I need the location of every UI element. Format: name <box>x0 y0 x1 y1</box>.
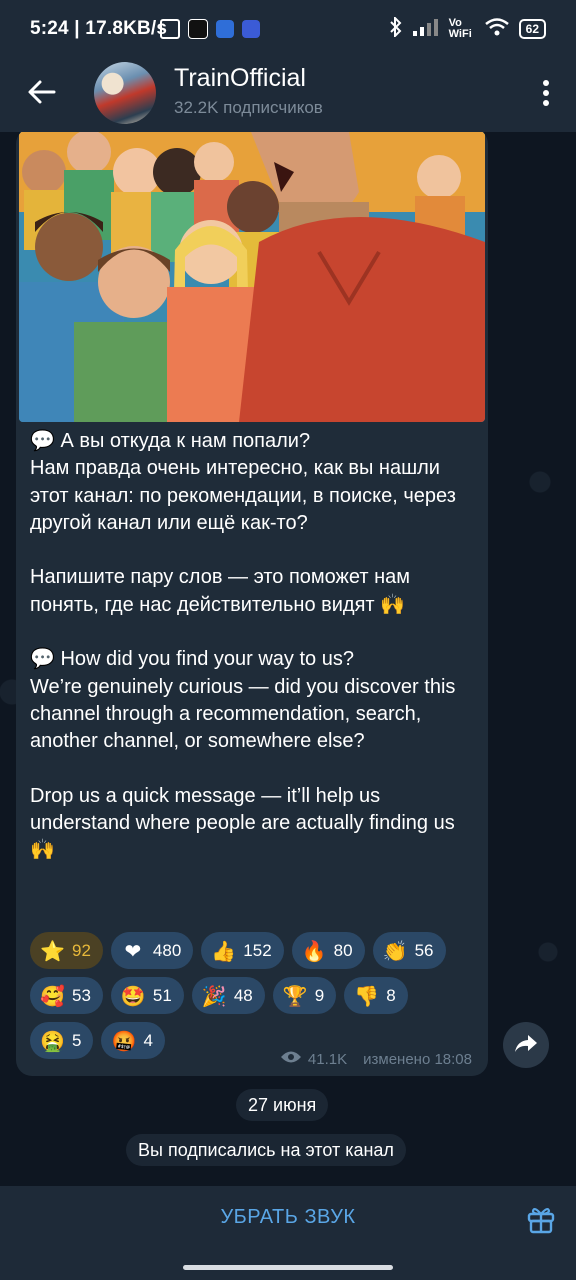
post-image[interactable] <box>19 132 485 422</box>
mute-button[interactable]: УБРАТЬ ЗВУК <box>0 1206 576 1229</box>
post-text: 💬 А вы откуда к нам попали? Нам правда о… <box>30 430 456 862</box>
reaction-chip[interactable]: 👍 152 <box>201 932 284 969</box>
reaction-count: 4 <box>143 1030 153 1050</box>
edited-time: изменено 18:08 <box>363 1050 472 1068</box>
date-separator: 27 июня <box>236 1089 329 1121</box>
reaction-chip[interactable]: 👎 8 <box>344 977 408 1014</box>
status-notification-icons <box>160 19 260 39</box>
reaction-count: 56 <box>414 940 434 960</box>
channel-avatar[interactable] <box>94 62 156 124</box>
service-message-subscribed: Вы подписались на этот канал <box>126 1134 406 1166</box>
reaction-chip[interactable]: ❤ 480 <box>110 932 194 969</box>
reaction-emoji-icon: 👍 <box>211 938 237 963</box>
home-indicator[interactable] <box>183 1265 393 1270</box>
bottom-bar: УБРАТЬ ЗВУК <box>0 1186 576 1280</box>
reaction-chip[interactable]: ⭐ 92 <box>30 932 103 969</box>
reaction-count: 80 <box>333 940 353 960</box>
reaction-count: 51 <box>152 985 172 1005</box>
channel-post[interactable]: 💬 А вы откуда к нам попали? Нам правда о… <box>16 132 488 1076</box>
share-arrow-icon <box>514 1033 538 1058</box>
reaction-chip[interactable]: 🔥 80 <box>291 932 365 969</box>
reaction-count: 9 <box>314 985 325 1005</box>
more-options-icon[interactable] <box>540 78 552 108</box>
reaction-emoji-icon: 🎉 <box>201 983 227 1008</box>
reaction-emoji-icon: 🔥 <box>301 938 327 963</box>
reaction-count: 5 <box>72 1030 82 1050</box>
battery-indicator: 62 <box>518 18 546 39</box>
reaction-count: 53 <box>72 985 91 1005</box>
reaction-chip[interactable]: 🤩 51 <box>110 977 184 1014</box>
reactions-row: 🥰 53 🤩 51 🎉 48 🏆 9 👎 8 <box>30 977 480 1014</box>
wifi-icon <box>484 18 509 39</box>
reaction-chip[interactable]: 🤬 4 <box>101 1022 165 1059</box>
reaction-chip[interactable]: 🏆 9 <box>272 977 337 1014</box>
app-icon <box>242 20 260 38</box>
status-right-icons: Vo WiFi 62 <box>389 15 546 40</box>
vowifi-label: Vo WiFi <box>448 16 472 40</box>
signal-icon <box>412 18 439 39</box>
share-button[interactable] <box>503 1022 549 1068</box>
reaction-count: 92 <box>72 940 91 960</box>
reaction-emoji-icon: 👏 <box>382 938 408 963</box>
bluetooth-icon <box>389 15 403 40</box>
chat-area[interactable]: 💬 А вы откуда к нам попали? Нам правда о… <box>0 132 576 1186</box>
back-arrow-icon[interactable] <box>24 74 60 110</box>
reaction-emoji-icon: 🏆 <box>282 983 308 1008</box>
tiktok-icon <box>188 19 208 39</box>
views-count: 41.1K <box>307 1050 348 1068</box>
channel-title[interactable]: TrainOfficial <box>174 64 306 93</box>
reaction-count: 48 <box>233 985 253 1005</box>
reaction-chip[interactable]: 🎉 48 <box>191 977 265 1014</box>
reaction-count: 152 <box>243 940 272 960</box>
reaction-count: 8 <box>386 985 396 1005</box>
views-eye-icon <box>280 1050 302 1068</box>
reaction-emoji-icon: ❤ <box>124 938 142 963</box>
reaction-emoji-icon: ⭐ <box>40 938 65 963</box>
status-bar: 5:24 | 17.8KB/s Vo WiFi 62 <box>0 0 576 60</box>
gift-icon[interactable] <box>526 1204 556 1234</box>
subscriber-count: 32.2K подписчиков <box>174 98 323 117</box>
reaction-chip[interactable]: 👏 56 <box>372 932 446 969</box>
reaction-emoji-icon: 🤮 <box>40 1028 65 1053</box>
status-time-speed: 5:24 | 17.8KB/s <box>30 18 168 39</box>
reaction-emoji-icon: 🥰 <box>40 983 65 1008</box>
app-icon <box>216 20 234 38</box>
reaction-count: 480 <box>152 940 182 960</box>
notification-muted-icon <box>160 19 180 39</box>
reaction-emoji-icon: 🤩 <box>120 983 146 1008</box>
reactions-area: ⭐ 92 ❤ 480 👍 152 🔥 80 👏 56 🥰 53 🤩 51 🎉 48 🏆 9 👎 8 🤮 5 🤬 4 <box>30 932 480 1067</box>
reaction-emoji-icon: 👎 <box>354 983 380 1008</box>
reaction-chip[interactable]: 🥰 53 <box>30 977 103 1014</box>
post-meta: 41.1K изменено 18:08 <box>280 1050 472 1068</box>
reaction-chip[interactable]: 🤮 5 <box>30 1022 94 1059</box>
reaction-emoji-icon: 🤬 <box>111 1028 137 1053</box>
channel-header: TrainOfficial 32.2K подписчиков <box>0 60 576 132</box>
reactions-row: ⭐ 92 ❤ 480 👍 152 🔥 80 👏 56 <box>30 932 480 969</box>
